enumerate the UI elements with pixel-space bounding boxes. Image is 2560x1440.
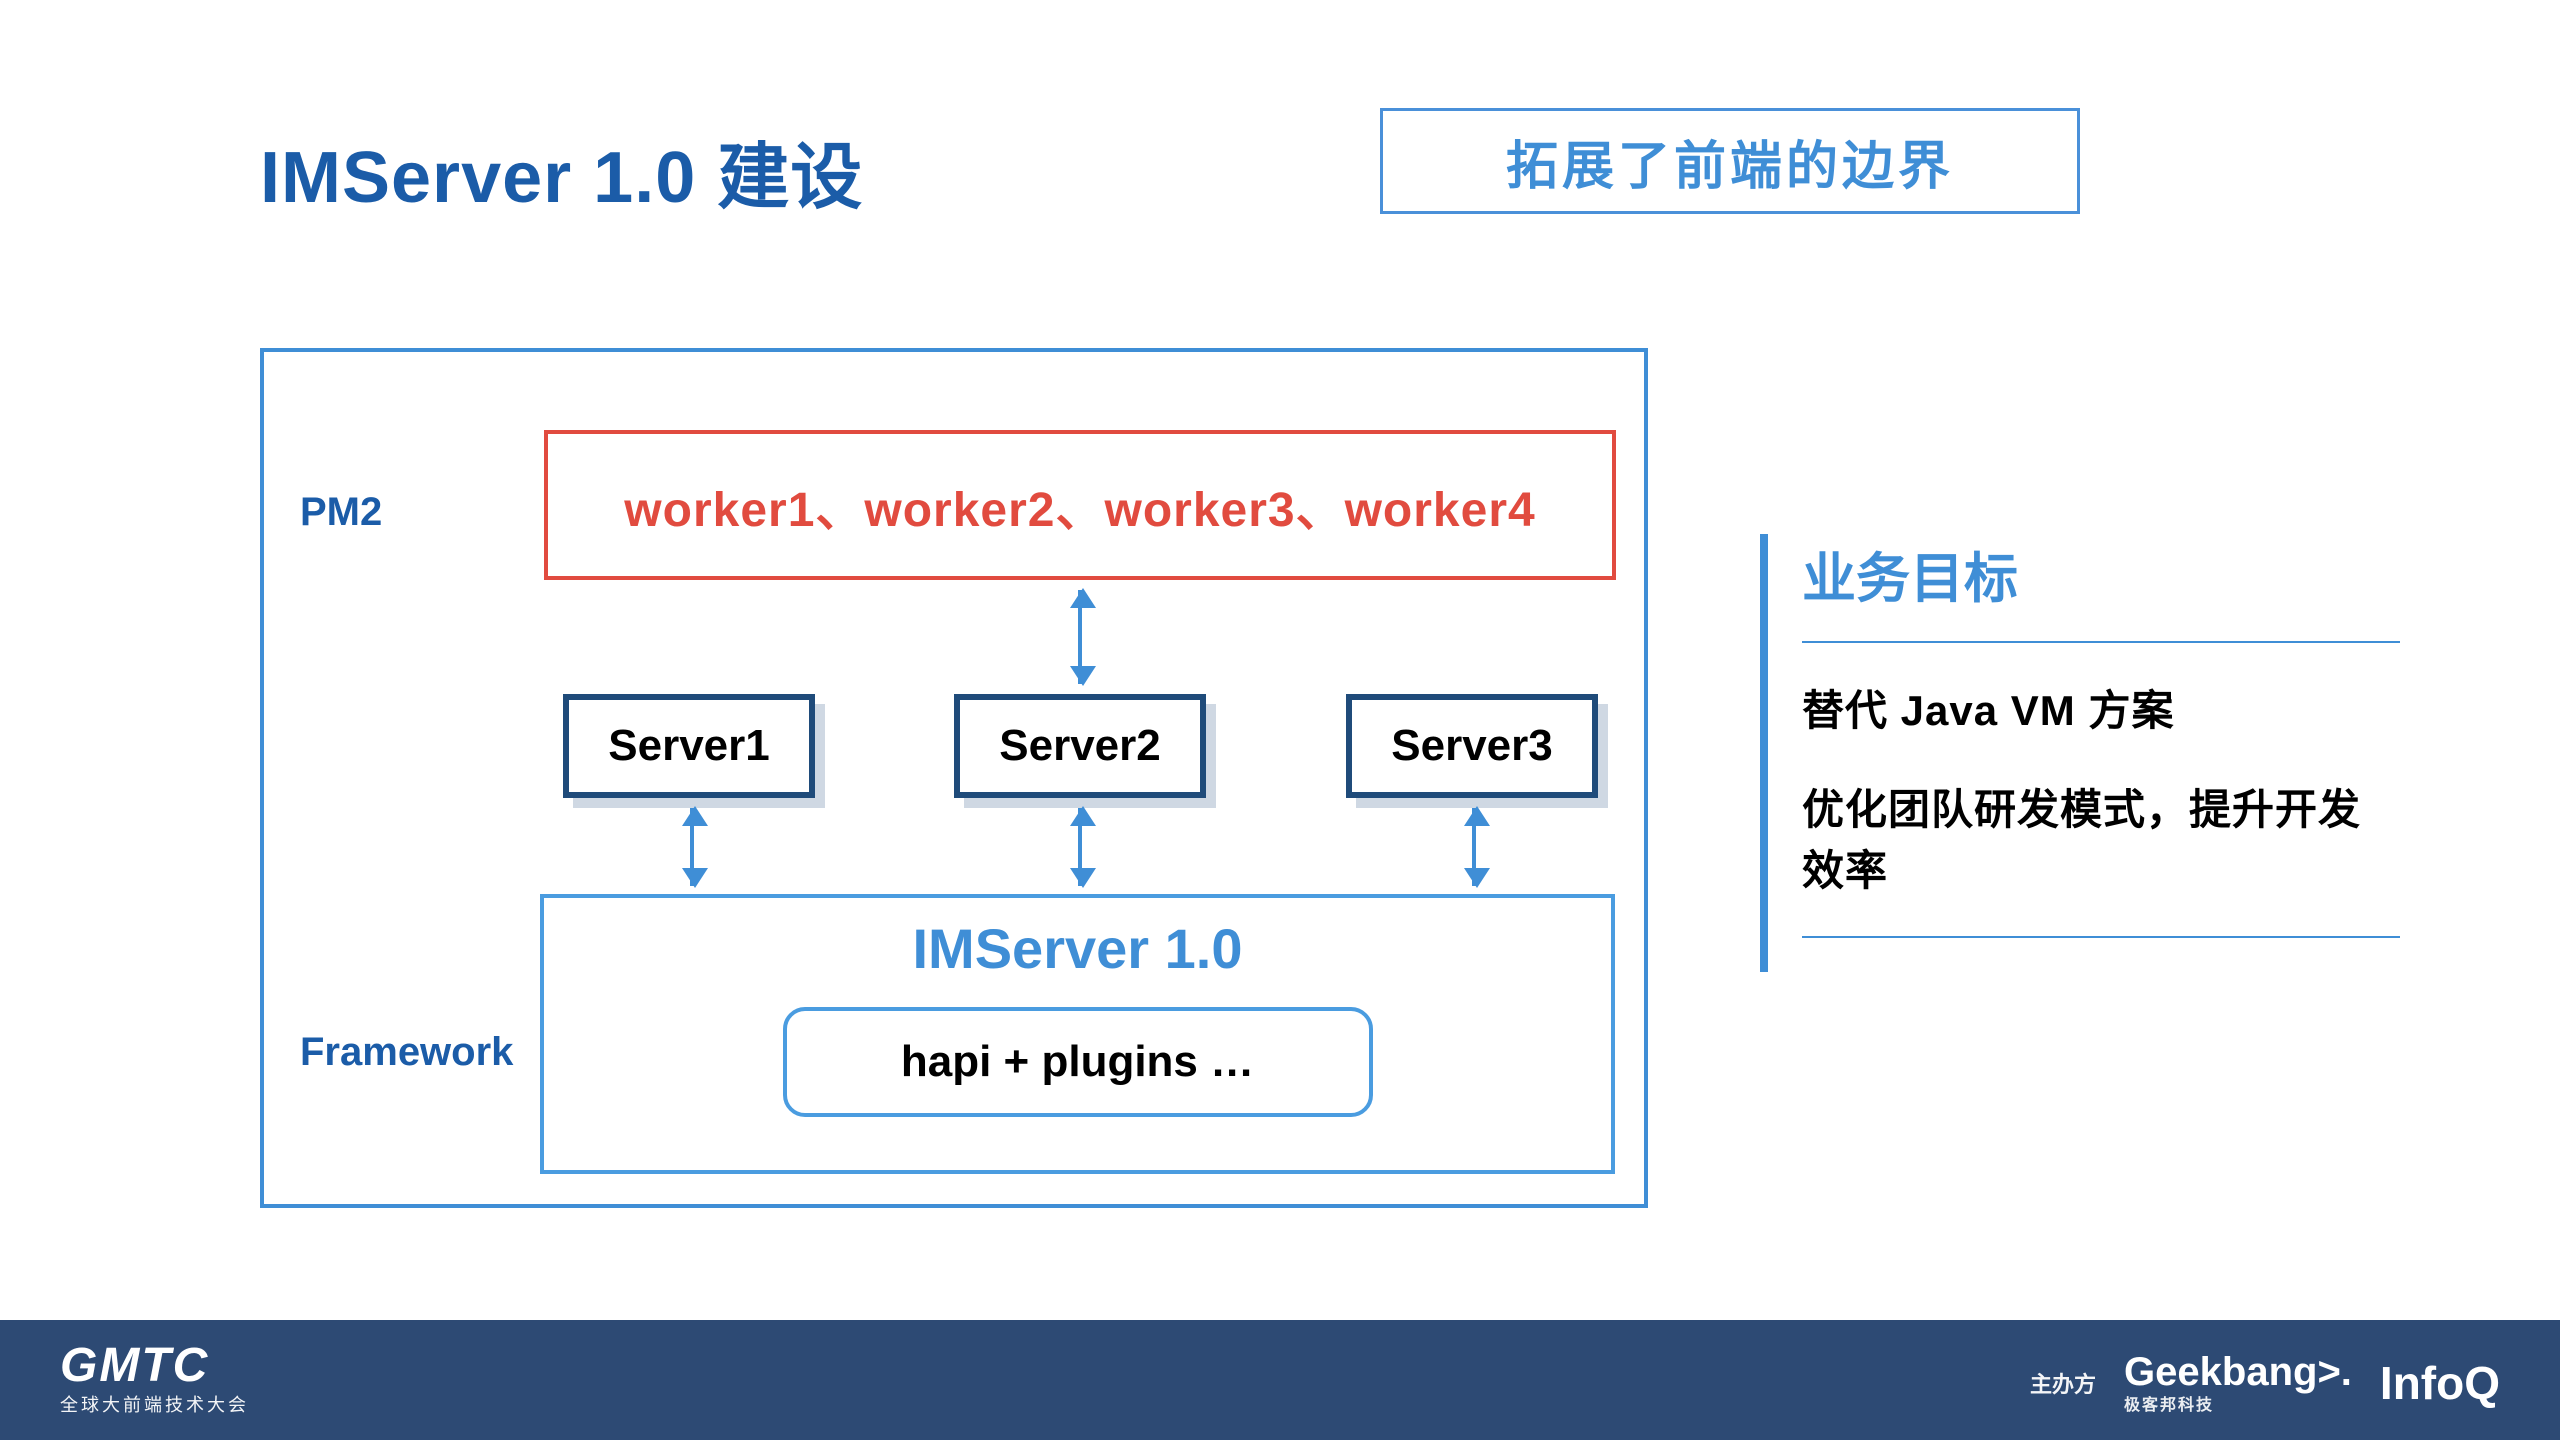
footer-sponsors: 主办方 Geekbang>. 极客邦科技 InfoQ (2030, 1350, 2500, 1415)
server1-box: Server1 (563, 694, 815, 798)
slide: IMServer 1.0 建设 拓展了前端的边界 PM2 Framework w… (0, 0, 2560, 1440)
infoq-logo: InfoQ (2380, 1356, 2500, 1410)
slide-title: IMServer 1.0 建设 (260, 118, 863, 223)
goal-item: 替代 Java VM 方案 (1802, 677, 2400, 738)
highlight-badge: 拓展了前端的边界 (1380, 108, 2080, 214)
sponsor-label: 主办方 (2030, 1367, 2096, 1399)
footer-logo: GMTC 全球大前端技术大会 (60, 1338, 249, 1417)
divider (1802, 936, 2400, 938)
framework-label: Framework (300, 1030, 513, 1075)
server3-box: Server3 (1346, 694, 1598, 798)
business-goals-panel: 业务目标 替代 Java VM 方案 优化团队研发模式，提升开发效率 (1760, 534, 2400, 972)
gmtc-logo-text: GMTC (60, 1338, 249, 1393)
arrow-server2-framework-icon (1078, 808, 1082, 886)
goals-heading: 业务目标 (1802, 534, 2400, 635)
pm2-label: PM2 (300, 490, 382, 535)
arrow-workers-servers-icon (1078, 590, 1082, 684)
framework-box: IMServer 1.0 hapi + plugins … (540, 894, 1615, 1174)
hapi-plugins-box: hapi + plugins … (783, 1007, 1373, 1117)
footer-bar: GMTC 全球大前端技术大会 主办方 Geekbang>. 极客邦科技 Info… (0, 1320, 2560, 1440)
gmtc-logo-subtitle: 全球大前端技术大会 (60, 1391, 249, 1417)
geekbang-logo: Geekbang>. 极客邦科技 (2124, 1350, 2352, 1415)
goal-item: 优化团队研发模式，提升开发效率 (1802, 776, 2400, 898)
arrow-server1-framework-icon (690, 808, 694, 886)
server2-box: Server2 (954, 694, 1206, 798)
geekbang-text: Geekbang>. (2124, 1350, 2352, 1394)
workers-box: worker1、worker2、worker3、worker4 (544, 430, 1616, 580)
divider (1802, 641, 2400, 643)
framework-box-title: IMServer 1.0 (544, 916, 1611, 981)
arrow-server3-framework-icon (1472, 808, 1476, 886)
geekbang-subtitle: 极客邦科技 (2124, 1391, 2352, 1415)
